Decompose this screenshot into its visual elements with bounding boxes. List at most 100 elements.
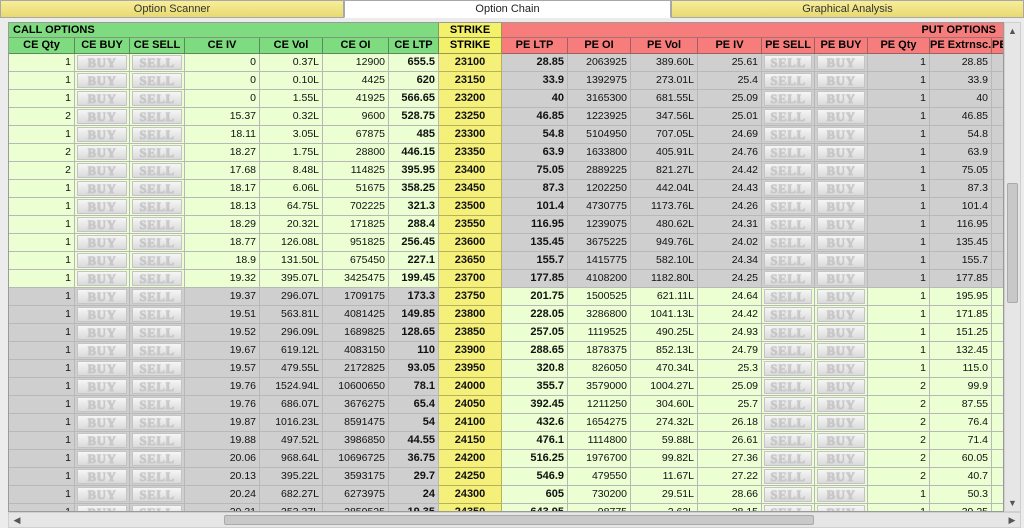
table-row[interactable]: 1 BUY SELL 18.11 3.05L 67875 485 23300 54.8 51049…	[9, 126, 1003, 144]
pe-sell-button[interactable]: SELL	[764, 235, 812, 250]
pe-buy-button[interactable]: BUY	[817, 253, 865, 268]
column-header-pe-oi[interactable]: PE OI	[568, 38, 631, 54]
table-row[interactable]: 2 BUY SELL 18.27 1.75L 28800 446.15 23350 63.9 16…	[9, 144, 1003, 162]
ce-buy-button[interactable]: BUY	[77, 307, 127, 322]
vertical-scrollbar[interactable]: ▲ ▼	[1004, 22, 1021, 512]
ce-sell-button[interactable]: SELL	[132, 307, 182, 322]
column-header-ce-oi[interactable]: CE OI	[323, 38, 389, 54]
ce-buy-button[interactable]: BUY	[77, 487, 127, 502]
ce-buy-button[interactable]: BUY	[77, 217, 127, 232]
ce-buy-button[interactable]: BUY	[77, 433, 127, 448]
ce-buy-button[interactable]: BUY	[77, 415, 127, 430]
table-row[interactable]: 1 BUY SELL 18.29 20.32L 171825 288.4 23550 116.9…	[9, 216, 1003, 234]
pe-sell-button[interactable]: SELL	[764, 253, 812, 268]
pe-sell-button[interactable]: SELL	[764, 307, 812, 322]
pe-buy-button[interactable]: BUY	[817, 181, 865, 196]
pe-buy-button[interactable]: BUY	[817, 415, 865, 430]
pe-buy-button[interactable]: BUY	[817, 55, 865, 70]
pe-buy-button[interactable]: BUY	[817, 379, 865, 394]
ce-buy-button[interactable]: BUY	[77, 55, 127, 70]
pe-buy-button[interactable]: BUY	[817, 451, 865, 466]
pe-buy-button[interactable]: BUY	[817, 325, 865, 340]
column-header-pe-more[interactable]: PE	[992, 38, 1003, 54]
horizontal-scrollbar[interactable]: ◀ ▶	[8, 512, 1021, 528]
pe-sell-button[interactable]: SELL	[764, 199, 812, 214]
ce-sell-button[interactable]: SELL	[132, 289, 182, 304]
column-header-strike[interactable]: STRIKE	[439, 38, 502, 54]
ce-buy-button[interactable]: BUY	[77, 235, 127, 250]
table-row[interactable]: 1 BUY SELL 19.88 497.52L 3986850 44.55 24150 476…	[9, 432, 1003, 450]
pe-buy-button[interactable]: BUY	[817, 505, 865, 511]
pe-buy-button[interactable]: BUY	[817, 217, 865, 232]
pe-sell-button[interactable]: SELL	[764, 433, 812, 448]
column-header-pe-qty[interactable]: PE Qty	[868, 38, 930, 54]
table-row[interactable]: 1 BUY SELL 19.52 296.09L 1689825 128.65 23850 25…	[9, 324, 1003, 342]
ce-sell-button[interactable]: SELL	[132, 325, 182, 340]
table-row[interactable]: 1 BUY SELL 19.67 619.12L 4083150 110 23900 288.6…	[9, 342, 1003, 360]
pe-sell-button[interactable]: SELL	[764, 181, 812, 196]
ce-buy-button[interactable]: BUY	[77, 73, 127, 88]
ce-sell-button[interactable]: SELL	[132, 379, 182, 394]
pe-buy-button[interactable]: BUY	[817, 271, 865, 286]
pe-buy-button[interactable]: BUY	[817, 235, 865, 250]
ce-sell-button[interactable]: SELL	[132, 253, 182, 268]
table-row[interactable]: 1 BUY SELL 19.32 395.07L 3425475 199.45 23700 17…	[9, 270, 1003, 288]
ce-sell-button[interactable]: SELL	[132, 451, 182, 466]
tab-graphical-analysis[interactable]: Graphical Analysis	[671, 0, 1024, 18]
table-row[interactable]: 1 BUY SELL 19.51 563.81L 4081425 149.85 23800 22…	[9, 306, 1003, 324]
table-row[interactable]: 1 BUY SELL 20.06 968.64L 10696725 36.75 24200 51…	[9, 450, 1003, 468]
ce-sell-button[interactable]: SELL	[132, 181, 182, 196]
pe-buy-button[interactable]: BUY	[817, 73, 865, 88]
ce-buy-button[interactable]: BUY	[77, 379, 127, 394]
pe-buy-button[interactable]: BUY	[817, 487, 865, 502]
scroll-down-arrow-icon[interactable]: ▼	[1005, 495, 1020, 511]
ce-buy-button[interactable]: BUY	[77, 451, 127, 466]
table-row[interactable]: 1BUYSELL20.31353.37L285952519.3524350643…	[9, 504, 1003, 511]
pe-buy-button[interactable]: BUY	[817, 163, 865, 178]
column-header-ce-vol[interactable]: CE Vol	[260, 38, 323, 54]
ce-sell-button[interactable]: SELL	[132, 91, 182, 106]
table-row[interactable]: 1 BUY SELL 18.77 126.08L 951825 256.45 23600 135…	[9, 234, 1003, 252]
table-row[interactable]: 1 BUY SELL 18.9 131.50L 675450 227.1 23650 155.7…	[9, 252, 1003, 270]
table-row[interactable]: 2 BUY SELL 15.37 0.32L 9600 528.75 23250 46.85 12…	[9, 108, 1003, 126]
scroll-left-arrow-icon[interactable]: ◀	[9, 513, 25, 527]
column-header-pe-iv[interactable]: PE IV	[698, 38, 762, 54]
pe-buy-button[interactable]: BUY	[817, 469, 865, 484]
ce-sell-button[interactable]: SELL	[132, 397, 182, 412]
pe-sell-button[interactable]: SELL	[764, 379, 812, 394]
column-header-ce-sell[interactable]: CE SELL	[130, 38, 185, 54]
ce-sell-button[interactable]: SELL	[132, 361, 182, 376]
ce-sell-button[interactable]: SELL	[132, 145, 182, 160]
pe-sell-button[interactable]: SELL	[764, 487, 812, 502]
column-header-pe-buy[interactable]: PE BUY	[815, 38, 868, 54]
ce-sell-button[interactable]: SELL	[132, 343, 182, 358]
ce-buy-button[interactable]: BUY	[77, 343, 127, 358]
ce-buy-button[interactable]: BUY	[77, 91, 127, 106]
ce-sell-button[interactable]: SELL	[132, 109, 182, 124]
pe-sell-button[interactable]: SELL	[764, 451, 812, 466]
ce-buy-button[interactable]: BUY	[77, 505, 127, 511]
ce-sell-button[interactable]: SELL	[132, 433, 182, 448]
pe-sell-button[interactable]: SELL	[764, 217, 812, 232]
ce-sell-button[interactable]: SELL	[132, 73, 182, 88]
pe-sell-button[interactable]: SELL	[764, 73, 812, 88]
ce-sell-button[interactable]: SELL	[132, 217, 182, 232]
pe-sell-button[interactable]: SELL	[764, 415, 812, 430]
table-row[interactable]: 1 BUY SELL 18.13 64.75L 702225 321.3 23500 101.4…	[9, 198, 1003, 216]
ce-sell-button[interactable]: SELL	[132, 505, 182, 511]
ce-sell-button[interactable]: SELL	[132, 127, 182, 142]
pe-sell-button[interactable]: SELL	[764, 397, 812, 412]
ce-sell-button[interactable]: SELL	[132, 271, 182, 286]
horizontal-scroll-thumb[interactable]	[224, 515, 814, 525]
pe-buy-button[interactable]: BUY	[817, 361, 865, 376]
ce-buy-button[interactable]: BUY	[77, 181, 127, 196]
column-header-ce-qty[interactable]: CE Qty	[9, 38, 75, 54]
table-row[interactable]: 1 BUY SELL 19.37 296.07L 1709175 173.3 23750 201…	[9, 288, 1003, 306]
table-row[interactable]: 2 BUY SELL 17.68 8.48L 114825 395.95 23400 75.05…	[9, 162, 1003, 180]
ce-buy-button[interactable]: BUY	[77, 109, 127, 124]
ce-buy-button[interactable]: BUY	[77, 361, 127, 376]
pe-buy-button[interactable]: BUY	[817, 397, 865, 412]
column-header-pe-ltp[interactable]: PE LTP	[502, 38, 568, 54]
table-row[interactable]: 1 BUY SELL 0 0.10L 4425 620 23150 33.9 1392975 273…	[9, 72, 1003, 90]
ce-buy-button[interactable]: BUY	[77, 325, 127, 340]
